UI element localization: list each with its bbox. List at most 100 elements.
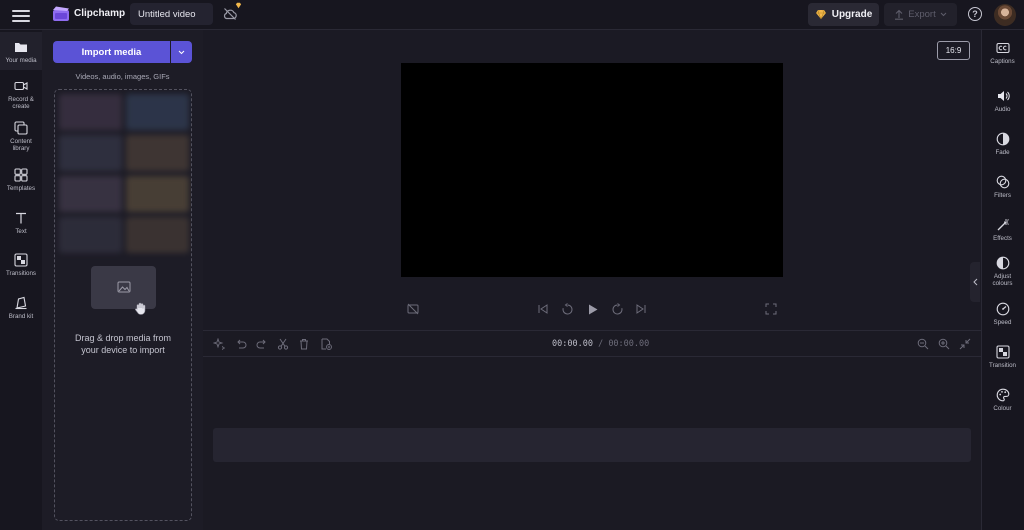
redo-icon — [256, 339, 266, 349]
total-time: / 00:00.00 — [598, 339, 650, 349]
templates-icon — [14, 168, 28, 182]
nav-label: Record & create — [8, 96, 34, 110]
drop-instructions: Drag & drop media from your device to im… — [55, 332, 191, 356]
brand-kit-icon — [15, 296, 27, 310]
video-preview-canvas[interactable] — [401, 63, 783, 277]
prop-filters[interactable]: Filters — [981, 175, 1024, 199]
user-avatar[interactable] — [994, 4, 1016, 26]
media-panel: Import media Videos, audio, images, GIFs… — [42, 30, 203, 530]
app-brand: Clipchamp — [74, 8, 126, 19]
prop-label: Fade — [995, 149, 1010, 156]
fullscreen-button[interactable] — [764, 302, 778, 316]
timecode-display: 00:00.00 / 00:00.00 — [552, 339, 649, 349]
upgrade-button[interactable]: Upgrade — [808, 3, 879, 26]
forward-5s-button[interactable] — [610, 302, 624, 316]
prop-colour[interactable]: Colour — [981, 388, 1024, 412]
rewind-5s-button[interactable] — [560, 302, 574, 316]
forward-icon — [612, 302, 622, 314]
drop-text-line-2: your device to import — [81, 345, 165, 355]
prop-adjust-colours[interactable]: Adjust colours — [981, 256, 1024, 287]
zoom-out-button[interactable] — [916, 337, 930, 351]
grab-hand-icon — [134, 302, 146, 315]
prop-audio[interactable]: Audio — [981, 89, 1024, 113]
chevron-down-icon — [940, 12, 947, 17]
current-time: 00:00.00 — [552, 339, 593, 349]
skip-back-button[interactable] — [536, 302, 550, 316]
image-off-icon — [407, 303, 419, 315]
nav-label: Templates — [6, 185, 36, 192]
undo-button[interactable] — [234, 337, 248, 351]
prop-label: Colour — [993, 405, 1012, 412]
zoom-in-button[interactable] — [937, 337, 951, 351]
import-media-button[interactable]: Import media — [53, 41, 170, 63]
zoom-to-fit-button[interactable] — [958, 337, 972, 351]
skip-back-icon — [538, 304, 548, 314]
prop-label: Captions — [990, 58, 1015, 65]
timeline-track[interactable] — [213, 428, 971, 462]
redo-button[interactable] — [255, 337, 269, 351]
prop-transition[interactable]: Transition — [981, 345, 1024, 369]
speed-icon — [996, 302, 1009, 316]
split-button[interactable] — [276, 337, 290, 351]
prop-label: Adjust colours — [992, 273, 1013, 287]
export-label: Export — [908, 9, 936, 20]
play-icon — [588, 304, 597, 314]
nav-label: Your media — [5, 57, 37, 64]
text-icon — [16, 212, 26, 224]
effects-icon — [997, 219, 1009, 231]
camera-icon — [14, 81, 28, 91]
prop-label: Effects — [993, 235, 1012, 242]
transition-icon — [995, 345, 1010, 359]
nav-templates[interactable]: Templates — [0, 168, 42, 192]
nav-transitions[interactable]: Transitions — [0, 253, 42, 277]
folder-icon — [15, 43, 27, 52]
nav-brand-kit[interactable]: Brand kit — [0, 296, 42, 320]
captions-icon — [995, 42, 1010, 54]
prop-fade[interactable]: Fade — [981, 132, 1024, 156]
speaker-icon — [997, 91, 1010, 101]
media-dropzone[interactable]: Drag & drop media from your device to im… — [54, 89, 192, 521]
nav-content-library[interactable]: Content library — [0, 121, 42, 152]
help-button[interactable]: ? — [968, 7, 982, 21]
nav-label: Text — [15, 228, 27, 235]
menu-icon[interactable] — [12, 7, 30, 23]
prop-label: Transition — [989, 362, 1016, 369]
rewind-icon — [562, 302, 572, 314]
diamond-icon — [815, 9, 826, 20]
upgrade-label: Upgrade — [831, 9, 873, 20]
magic-button[interactable] — [212, 337, 226, 351]
transitions-icon — [14, 253, 28, 267]
nav-label: Transitions — [5, 270, 37, 277]
clipchamp-logo-icon — [53, 6, 69, 21]
add-file-icon — [321, 338, 332, 350]
export-button[interactable]: Export — [884, 3, 957, 26]
media-types-hint: Videos, audio, images, GIFs — [75, 72, 170, 81]
add-media-to-timeline-button[interactable] — [319, 337, 333, 351]
undo-icon — [237, 339, 247, 349]
prop-captions[interactable]: Captions — [981, 41, 1024, 65]
prop-speed[interactable]: Speed — [981, 302, 1024, 326]
play-button[interactable] — [585, 302, 599, 316]
image-icon — [117, 281, 131, 293]
delete-button[interactable] — [297, 337, 311, 351]
upload-icon — [895, 9, 904, 20]
nav-text[interactable]: Text — [0, 211, 42, 235]
library-icon — [14, 121, 28, 135]
project-title-input[interactable] — [130, 3, 213, 25]
collapse-properties-panel-button[interactable] — [970, 262, 980, 302]
prop-effects[interactable]: Effects — [981, 218, 1024, 242]
blurred-media-thumbnails — [59, 94, 189, 254]
skip-forward-button[interactable] — [634, 302, 648, 316]
nav-label: Content library — [10, 138, 32, 152]
nav-record-create[interactable]: Record & create — [0, 79, 42, 110]
import-options-button[interactable] — [171, 41, 192, 63]
nav-your-media[interactable]: Your media — [0, 32, 42, 70]
filters-icon — [996, 175, 1009, 189]
premium-gem-icon — [235, 2, 242, 9]
prop-label: Speed — [993, 319, 1012, 326]
scissors-icon — [277, 338, 289, 350]
drop-text-line-1: Drag & drop media from — [74, 333, 172, 343]
fullscreen-icon — [765, 303, 777, 315]
aspect-ratio-button[interactable]: 16:9 — [937, 41, 970, 60]
hide-preview-button[interactable] — [406, 302, 420, 316]
